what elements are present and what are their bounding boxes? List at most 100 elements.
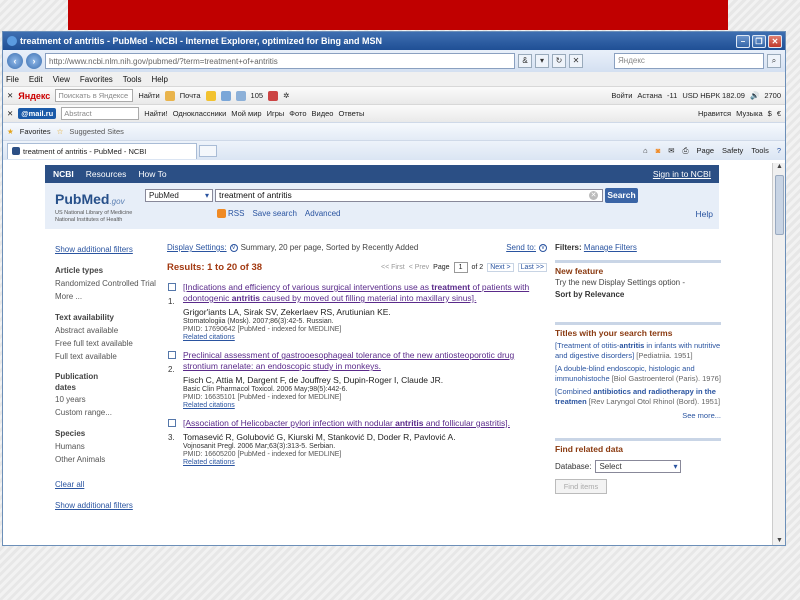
advanced-link[interactable]: Advanced xyxy=(305,209,341,218)
title-suggestion-1[interactable]: [Treatment of otitis-antritis in infants… xyxy=(555,341,721,361)
search-icon[interactable]: ⌕ xyxy=(767,54,781,68)
menu-edit[interactable]: Edit xyxy=(29,75,43,84)
likes-link[interactable]: Нравится xyxy=(698,109,731,118)
page-number-input[interactable]: 1 xyxy=(453,262,468,273)
related-citations-link[interactable]: Related citations xyxy=(183,459,547,466)
print-icon[interactable]: ⎙ xyxy=(683,146,689,156)
restore-button[interactable]: ❐ xyxy=(752,34,766,48)
result-title-link[interactable]: [Association of Helicobacter pylori infe… xyxy=(183,418,547,429)
temperature-label[interactable]: -11 xyxy=(667,91,677,100)
prev-page-link[interactable]: < Prev xyxy=(409,264,429,271)
scroll-down-icon[interactable]: ▼ xyxy=(773,537,785,545)
read-mail-icon[interactable]: ✉ xyxy=(668,146,674,155)
clear-icon[interactable]: ✕ xyxy=(589,191,598,200)
new-tab-button[interactable] xyxy=(199,144,217,157)
related-db-select[interactable]: Select ▾ xyxy=(595,460,682,473)
last-page-link[interactable]: Last >> xyxy=(517,263,547,272)
minimize-button[interactable]: – xyxy=(736,34,750,48)
back-icon[interactable]: ‹ xyxy=(7,53,23,69)
menu-tools[interactable]: Tools xyxy=(123,75,142,84)
volume-icon[interactable]: 🔊 xyxy=(750,91,759,100)
title-suggestion-3[interactable]: [Combined antibiotics and radiotherapy i… xyxy=(555,387,721,407)
mailru-link-1[interactable]: Одноклассники xyxy=(173,109,227,118)
ncbi-logo[interactable]: NCBI xyxy=(53,169,74,179)
help-link[interactable]: Help xyxy=(696,209,713,219)
save-search-link[interactable]: Save search xyxy=(252,209,296,218)
tools-menu[interactable]: Tools xyxy=(751,146,769,155)
dollar-icon[interactable]: $ xyxy=(768,109,772,118)
menu-favorites[interactable]: Favorites xyxy=(80,75,113,84)
rss-link[interactable]: RSS xyxy=(217,209,244,219)
show-filters-bottom[interactable]: Show additional filters xyxy=(55,499,165,512)
find-items-button[interactable]: Find items xyxy=(555,479,607,494)
sign-in-link[interactable]: Sign in to NCBI xyxy=(653,169,711,179)
send-to-chevron-icon[interactable]: v xyxy=(539,243,547,252)
menu-help[interactable]: Help xyxy=(151,75,167,84)
mailru-select[interactable]: Abstract xyxy=(61,107,140,120)
next-page-link[interactable]: Next > xyxy=(487,263,514,272)
safety-menu[interactable]: Safety xyxy=(722,146,743,155)
search-term-input[interactable]: treatment of antritis ✕ xyxy=(215,189,603,202)
counter-badge[interactable]: 105 xyxy=(251,91,264,100)
yandex-find-button[interactable]: Найти xyxy=(138,91,159,100)
database-select[interactable]: PubMed ▾ xyxy=(145,189,213,202)
suggested-sites-link[interactable]: Suggested Sites xyxy=(69,127,124,136)
howto-menu[interactable]: How To xyxy=(138,169,166,179)
filter-free-full-text[interactable]: Free full text available xyxy=(55,337,165,350)
compat-icon[interactable]: & xyxy=(518,54,532,68)
feeds-icon[interactable]: ◙ xyxy=(656,146,661,155)
page-menu[interactable]: Page xyxy=(697,146,715,155)
forward-icon[interactable]: › xyxy=(26,53,42,69)
scroll-up-icon[interactable]: ▲ xyxy=(773,163,785,173)
send-to-link[interactable]: Send to: xyxy=(506,243,536,252)
favorites-button[interactable]: Favorites xyxy=(20,127,51,136)
display-settings-link[interactable]: Display Settings: xyxy=(167,243,227,252)
music-link[interactable]: Музыка xyxy=(736,109,763,118)
yandex-search-input[interactable]: Поискать в Яндексе xyxy=(55,89,134,102)
app-icon[interactable] xyxy=(268,90,279,101)
show-filters-top[interactable]: Show additional filters xyxy=(55,243,165,256)
euro-icon[interactable]: € xyxy=(777,109,781,118)
yandex-mail-link[interactable]: Почта xyxy=(180,91,201,100)
mailru-link-6[interactable]: Ответы xyxy=(338,109,364,118)
first-page-link[interactable]: << First xyxy=(381,264,405,271)
manage-filters-link[interactable]: Manage Filters xyxy=(584,243,637,252)
number-badge[interactable]: 2700 xyxy=(764,91,781,100)
gear-icon[interactable]: ✲ xyxy=(283,91,289,100)
currency-rate[interactable]: USD НБРК 182.09 xyxy=(682,91,745,100)
close-toolbar2-icon[interactable]: ✕ xyxy=(7,109,13,118)
mailru-find-button[interactable]: Найти! xyxy=(144,109,168,118)
mailru-logo[interactable]: @mail.ru xyxy=(18,108,57,119)
close-window-button[interactable]: ✕ xyxy=(768,34,782,48)
sort-by-relevance-link[interactable]: Sort by Relevance xyxy=(555,290,721,300)
yandex-logo[interactable]: Яндекс xyxy=(18,91,50,101)
related-citations-link[interactable]: Related citations xyxy=(183,334,547,341)
stop-icon[interactable]: ✕ xyxy=(569,54,583,68)
tab-pubmed[interactable]: treatment of antritis - PubMed - NCBI xyxy=(7,142,197,159)
city-label[interactable]: Астана xyxy=(637,91,662,100)
filter-10-years[interactable]: 10 years xyxy=(55,393,165,406)
filter-humans[interactable]: Humans xyxy=(55,440,165,453)
clear-all-link[interactable]: Clear all xyxy=(55,478,165,491)
address-input[interactable]: http://www.ncbi.nlm.nih.gov/pubmed/?term… xyxy=(45,53,515,69)
chevron-down-icon[interactable]: v xyxy=(229,243,238,252)
favorites-star-icon[interactable]: ★ xyxy=(7,127,14,136)
mailru-link-3[interactable]: Игры xyxy=(267,109,285,118)
mailru-link-2[interactable]: Мой мир xyxy=(231,109,261,118)
search-button[interactable]: Search xyxy=(605,188,638,203)
scroll-thumb[interactable] xyxy=(775,175,784,235)
result-title-link[interactable]: Preclinical assessment of gastrooesophag… xyxy=(183,350,547,372)
dropdown-arrow-icon[interactable]: ▾ xyxy=(535,54,549,68)
pubmed-logo[interactable]: PubMed.gov xyxy=(55,191,125,207)
filter-other-animals[interactable]: Other Animals xyxy=(55,453,165,466)
menu-view[interactable]: View xyxy=(53,75,70,84)
vertical-scrollbar[interactable]: ▲ ▼ xyxy=(772,163,785,545)
refresh-icon[interactable]: ↻ xyxy=(552,54,566,68)
title-suggestion-2[interactable]: [A double-blind endoscopic, histologic a… xyxy=(555,364,721,384)
see-more-link[interactable]: See more... xyxy=(555,411,721,420)
mailru-link-5[interactable]: Видео xyxy=(312,109,334,118)
news-icon[interactable] xyxy=(235,90,246,101)
add-favorite-icon[interactable]: ☆ xyxy=(57,127,64,136)
result-checkbox[interactable] xyxy=(168,351,176,359)
star-icon[interactable] xyxy=(205,90,216,101)
